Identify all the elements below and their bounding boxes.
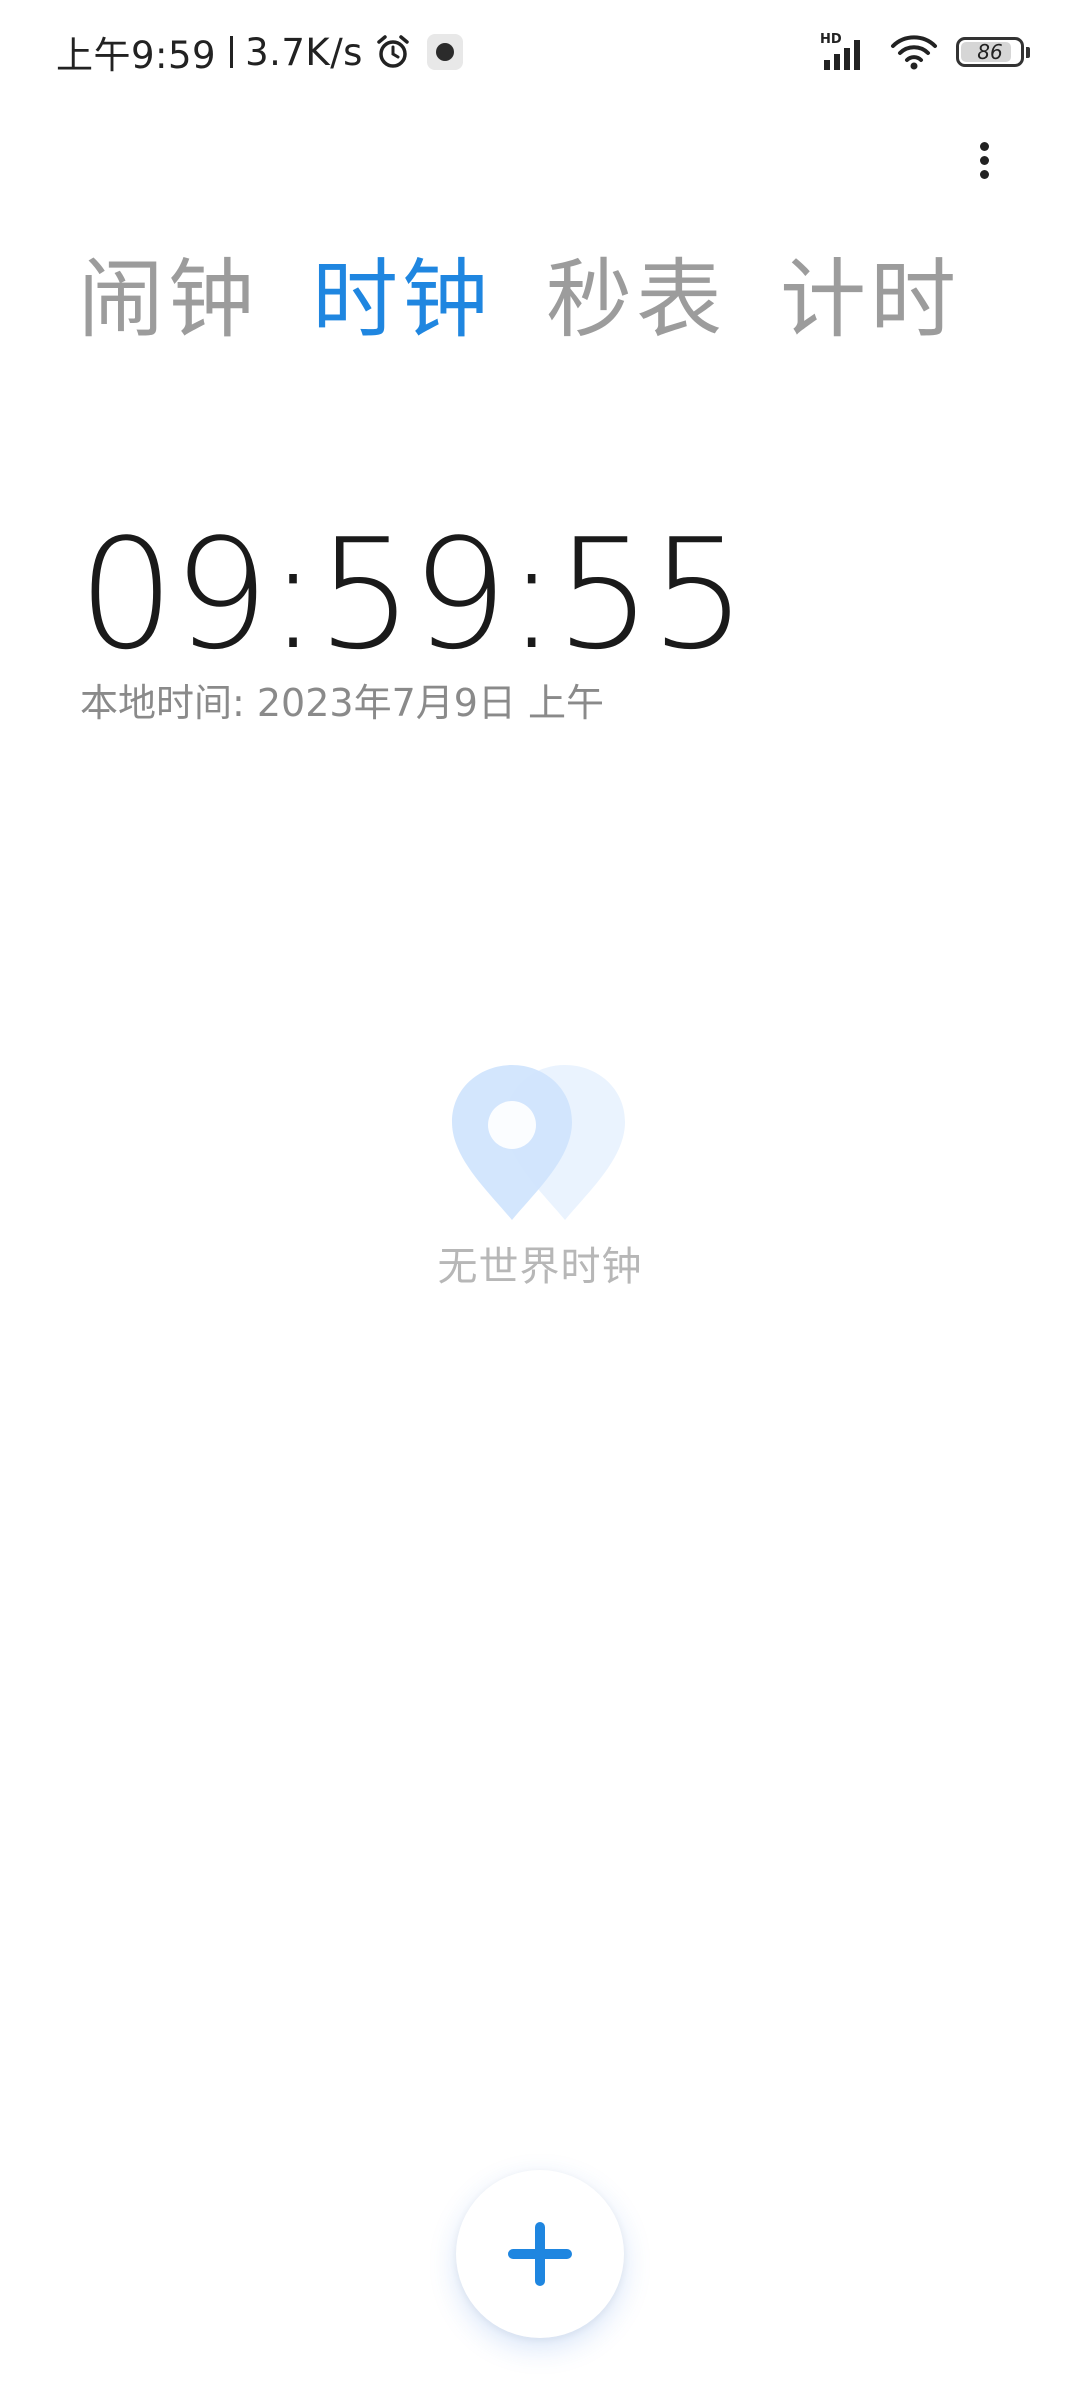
status-time: 上午9:59	[56, 34, 217, 77]
wifi-icon	[891, 35, 937, 70]
battery-level-text: 86	[977, 40, 1003, 64]
local-clock-time: 09:59:55	[78, 506, 747, 683]
tab-alarm[interactable]: 闹钟	[78, 245, 258, 355]
battery-icon: 86	[956, 37, 1030, 67]
status-right: HD 86	[820, 30, 1030, 74]
empty-state-label: 无世界时钟	[437, 1244, 643, 1290]
network-speed: 3.7K/s	[245, 30, 363, 74]
status-separator	[230, 36, 234, 68]
tab-stopwatch[interactable]: 秒表	[546, 245, 726, 355]
add-world-clock-button[interactable]	[456, 2170, 624, 2338]
status-bar: 上午9:59 3.7K/s HD 86	[0, 0, 1080, 104]
tab-timer[interactable]: 计时	[780, 245, 960, 355]
alarm-clock-icon	[377, 35, 409, 68]
clock-app-screen: 上午9:59 3.7K/s HD 86 闹钟 时钟 秒表 计时 09:59:55…	[0, 0, 1080, 2400]
more-options-button[interactable]	[954, 130, 1014, 190]
app-notification-icon	[426, 34, 463, 70]
plus-icon	[508, 2222, 572, 2286]
location-pin-icon	[452, 1065, 625, 1220]
local-time-label: 本地时间: 2023年7月9日 上午	[80, 681, 605, 725]
tab-clock[interactable]: 时钟	[312, 245, 492, 355]
more-vertical-icon	[980, 142, 989, 151]
more-vertical-icon-dot	[980, 156, 989, 165]
tab-bar: 闹钟 时钟 秒表 计时	[78, 245, 960, 355]
more-vertical-icon-dot	[980, 170, 989, 179]
status-left: 上午9:59 3.7K/s	[56, 28, 463, 77]
cellular-signal-icon: HD	[820, 32, 872, 72]
